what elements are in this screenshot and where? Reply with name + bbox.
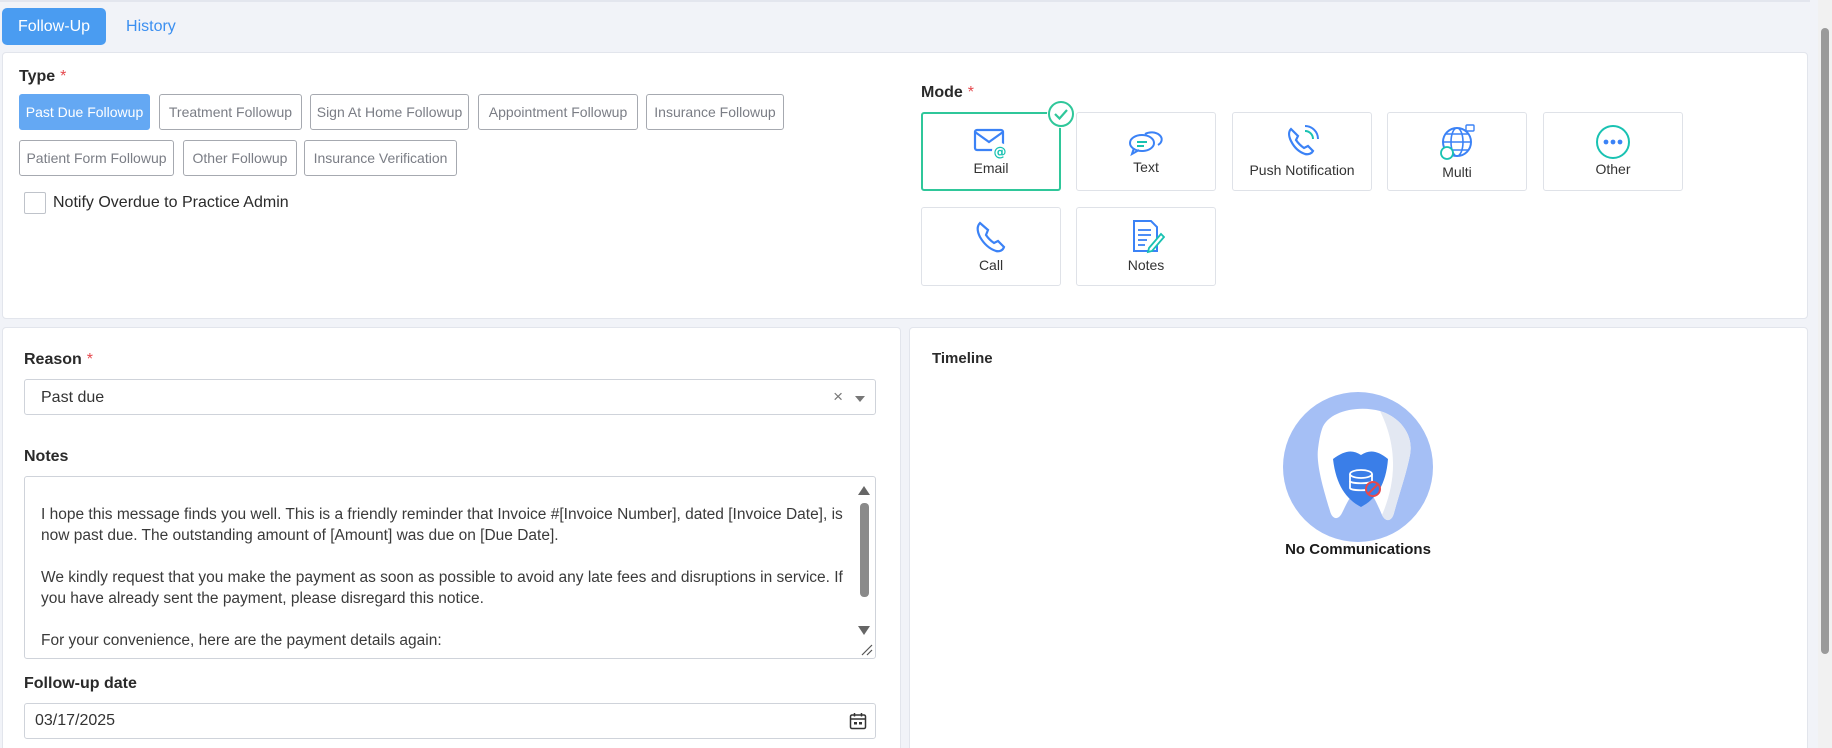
email-icon: @ [973, 128, 1008, 160]
svg-text:@: @ [994, 145, 1007, 160]
page-scroll-thumb[interactable] [1821, 28, 1829, 654]
scroll-up-icon[interactable] [858, 486, 870, 495]
type-chip-appointment-followup[interactable]: Appointment Followup [478, 94, 638, 130]
required-marker: * [60, 68, 67, 85]
followup-date-input[interactable]: 03/17/2025 [24, 703, 876, 739]
type-chip-insurance-followup[interactable]: Insurance Followup [646, 94, 784, 130]
mode-call-label: Call [978, 257, 1004, 273]
clear-icon[interactable]: × [833, 387, 843, 407]
notes-icon [1133, 220, 1165, 254]
mode-call[interactable]: Call [921, 207, 1061, 286]
mode-email[interactable]: @ Email [921, 100, 1075, 191]
timeline-label: Timeline [932, 350, 993, 367]
selected-check-icon [1047, 100, 1075, 128]
calendar-icon[interactable] [849, 712, 867, 730]
phone-ringing-icon [1288, 125, 1319, 156]
globe-multi-icon [1440, 124, 1475, 160]
mode-other[interactable]: Other [1543, 112, 1683, 191]
notes-label: Notes [24, 448, 69, 465]
followup-date-label: Follow-up date [24, 675, 137, 692]
notes-text: I hope this message finds you well. This… [41, 506, 843, 649]
mode-notes[interactable]: Notes [1076, 207, 1216, 286]
type-mode-card: Type * Past Due Followup Treatment Follow… [2, 52, 1808, 319]
mode-text-label: Text [1133, 159, 1159, 175]
type-chip-past-due-followup[interactable]: Past Due Followup [19, 94, 150, 130]
mode-text[interactable]: Text [1076, 112, 1216, 191]
tab-history[interactable]: History [110, 8, 192, 45]
top-divider [0, 0, 1810, 2]
reason-select[interactable]: Past due × [24, 379, 876, 415]
no-communications-illustration [1283, 392, 1433, 542]
scroll-thumb[interactable] [860, 503, 869, 597]
mode-other-label: Other [1595, 161, 1631, 177]
scroll-down-icon[interactable] [858, 626, 870, 635]
tab-follow-up[interactable]: Follow-Up [2, 8, 107, 45]
mode-multi[interactable]: Multi [1387, 112, 1527, 191]
type-chip-insurance-verification[interactable]: Insurance Verification [304, 140, 457, 176]
mode-push-notification-label: Push Notification [1249, 162, 1355, 178]
reason-label-text: Reason [24, 351, 82, 368]
notes-scrollbar[interactable] [858, 478, 874, 657]
type-chip-patient-form-followup[interactable]: Patient Form Followup [19, 140, 174, 176]
more-dots-icon [1596, 125, 1630, 159]
type-chip-sign-at-home-followup[interactable]: Sign At Home Followup [310, 94, 469, 130]
page-scrollbar[interactable] [1818, 0, 1832, 748]
mode-label: Mode * [921, 84, 974, 102]
resize-handle-icon[interactable] [859, 642, 873, 656]
followup-date-value: 03/17/2025 [35, 712, 116, 729]
required-marker: * [967, 84, 975, 101]
notes-textarea[interactable]: I hope this message finds you well. This… [24, 476, 876, 659]
mode-label-text: Mode [921, 84, 963, 101]
type-chip-other-followup[interactable]: Other Followup [183, 140, 297, 176]
type-chip-treatment-followup[interactable]: Treatment Followup [159, 94, 302, 130]
notify-overdue-checkbox[interactable] [24, 192, 46, 214]
reason-value: Past due [41, 389, 105, 406]
reason-label: Reason * [24, 351, 93, 369]
tab-bar: Follow-Up History [2, 8, 192, 45]
required-marker: * [86, 351, 94, 368]
no-communications-text: No Communications [1285, 541, 1431, 558]
mode-notes-label: Notes [1127, 257, 1165, 273]
mode-email-label: Email [973, 160, 1009, 176]
type-label: Type * [19, 68, 66, 86]
type-label-text: Type [19, 68, 56, 85]
phone-icon [976, 221, 1006, 253]
mode-multi-label: Multi [1442, 164, 1472, 180]
mode-push-notification[interactable]: Push Notification [1232, 112, 1372, 191]
notify-overdue-label: Notify Overdue to Practice Admin [53, 194, 289, 211]
chat-bubbles-icon [1129, 131, 1163, 157]
chevron-down-icon[interactable] [855, 396, 865, 402]
